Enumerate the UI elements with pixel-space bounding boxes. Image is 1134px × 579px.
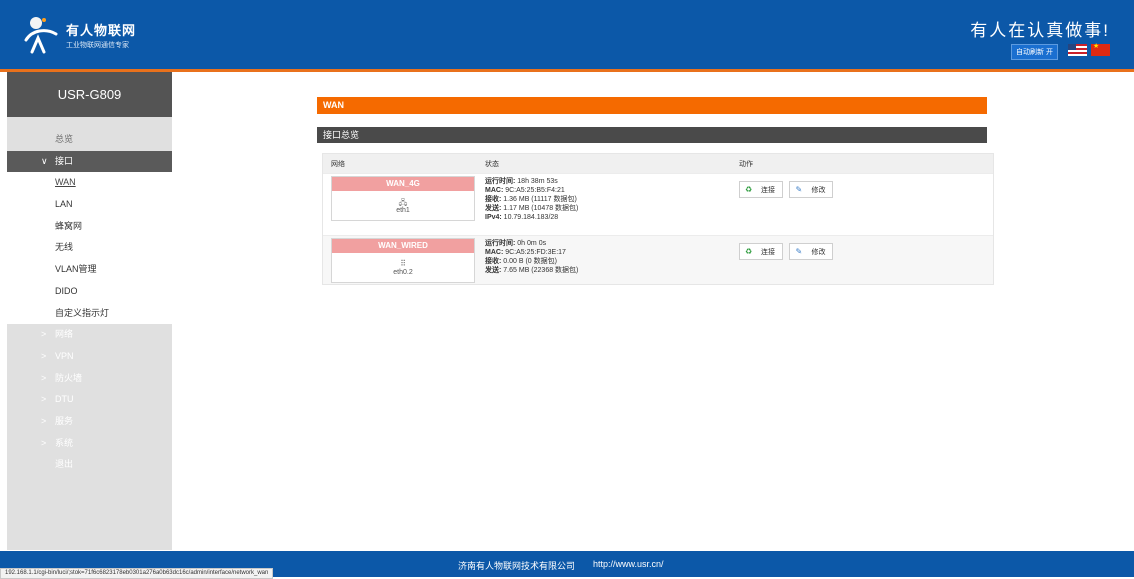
status-line: IPv4: 10.79.184.183/28 [485,214,559,221]
connect-button[interactable]: ♻ 连接 [739,181,783,198]
edit-icon: ✎ [795,247,803,256]
interface-name: WAN_4G [332,177,474,191]
sidebar-item-label: 服务 [55,415,74,426]
sidebar-item-system[interactable]: > 系统 [7,433,172,455]
sidebar-menu: 总览 ∨ 接口 WAN LAN 蜂窝网 无线 VLAN管理 DIDO 自定义指示灯… [7,129,172,476]
interface-badge: WAN_WIRED ⠿ eth0.2 [331,238,475,283]
sidebar-item-cellular[interactable]: 蜂窝网 [7,215,172,238]
edit-icon: ✎ [795,185,803,194]
chevron-right-icon: > [41,415,47,426]
sidebar-item-wireless[interactable]: 无线 [7,237,172,260]
interface-actions: ♻ 连接 ✎ 修改 [739,243,835,261]
chevron-right-icon: > [41,394,47,405]
chevron-right-icon: > [41,372,47,383]
interface-device: eth1 [396,207,410,214]
reconnect-icon: ♻ [745,247,753,256]
sidebar: USR-G809 总览 ∨ 接口 WAN LAN 蜂窝网 无线 VLAN管理 DI… [7,72,172,550]
interface-actions: ♻ 连接 ✎ 修改 [739,181,835,199]
sidebar-item-label: 网络 [55,329,74,340]
cn-flag-icon[interactable] [1091,42,1110,56]
chevron-right-icon: > [41,350,47,361]
table-row: WAN_4G 🖧 eth1 运行时间: 18h 38m 53s MAC: 9C:… [323,173,993,235]
reconnect-icon: ♻ [745,185,753,194]
sidebar-item-label: 总览 [55,134,74,144]
sidebar-item-services[interactable]: > 服务 [7,411,172,433]
sidebar-item-label: 防火墙 [55,372,83,383]
sidebar-item-label: WAN [55,177,76,188]
chevron-right-icon: > [41,329,47,340]
status-line: 接收: 0.00 B (0 数据包) [485,258,557,265]
sidebar-item-overview[interactable]: 总览 [7,129,172,151]
sidebar-item-logout[interactable]: 退出 [7,454,172,476]
device-name: USR-G809 [7,72,172,117]
sidebar-item-custom-led[interactable]: 自定义指示灯 [7,302,172,325]
sidebar-item-label: 系统 [55,437,74,448]
sidebar-item-label: VLAN管理 [55,264,97,275]
status-line: 发送: 7.65 MB (22368 数据包) [485,267,579,274]
status-line: 发送: 1.17 MB (10478 数据包) [485,205,579,212]
interface-status: 运行时间: 0h 0m 0s MAC: 9C:A5:25:FD:3E:17 接收… [485,239,578,275]
sidebar-item-label: 退出 [55,459,74,470]
status-line: 运行时间: 0h 0m 0s [485,240,547,247]
sidebar-item-label: LAN [55,199,73,210]
sidebar-item-label: VPN [55,350,74,361]
sidebar-item-label: 自定义指示灯 [55,307,110,318]
table-row: WAN_WIRED ⠿ eth0.2 运行时间: 0h 0m 0s MAC: 9… [323,235,993,284]
sidebar-item-label: 无线 [55,242,74,253]
column-header-action: 动作 [739,161,753,168]
sidebar-item-dtu[interactable]: > DTU [7,389,172,411]
sidebar-item-lan[interactable]: LAN [7,194,172,216]
sidebar-item-label: 蜂窝网 [55,220,83,231]
network-port-icon: 🖧 [398,198,408,207]
brand-name: 有人物联网 [66,23,137,38]
page-title: WAN [317,97,987,114]
sidebar-item-label: DTU [55,394,74,405]
sidebar-item-dido[interactable]: DIDO [7,280,172,303]
footer-link[interactable]: http://www.usr.cn/ [593,559,664,569]
sidebar-item-firewall[interactable]: > 防火墙 [7,368,172,390]
edit-button[interactable]: ✎ 修改 [789,243,834,260]
status-line: 运行时间: 18h 38m 53s [485,178,558,185]
status-line: MAC: 9C:A5:25:FD:3E:17 [485,249,566,256]
column-header-status: 状态 [485,161,499,168]
interface-table: 网络 状态 动作 WAN_4G 🖧 eth1 运行时间: 18h 38m 53s… [322,153,994,285]
interface-device: eth0.2 [393,269,413,276]
us-flag-icon[interactable] [1068,44,1087,56]
network-port-icon: ⠿ [400,259,406,268]
usr-person-logo-icon [24,17,58,54]
sidebar-item-vlan[interactable]: VLAN管理 [7,259,172,281]
auto-refresh-toggle[interactable]: 自动刷新 开 [1011,44,1058,60]
chevron-down-icon: ∨ [41,155,48,166]
table-header: 网络 状态 动作 [323,154,993,173]
sidebar-item-wan[interactable]: WAN [7,172,172,195]
connect-button[interactable]: ♻ 连接 [739,243,783,260]
brand-tagline: 工业物联网通信专家 [66,42,129,49]
sidebar-item-interface[interactable]: ∨ 接口 [7,150,172,173]
slogan: 有人在认真做事! [970,21,1110,40]
status-line: 接收: 1.36 MB (11117 数据包) [485,196,577,203]
sidebar-item-vpn[interactable]: > VPN [7,346,172,368]
status-line: MAC: 9C:A5:25:B5:F4:21 [485,187,565,194]
section-title: 接口总览 [317,127,987,143]
footer-company: 济南有人物联网技术有限公司 [458,561,576,571]
browser-status-url: 192.168.1.1/cgi-bin/luci/;stok=71f6c6823… [0,568,274,579]
top-header: 有人物联网 工业物联网通信专家 有人在认真做事! 自动刷新 开 [0,0,1134,72]
interface-badge: WAN_4G 🖧 eth1 [331,176,475,221]
sidebar-item-label: 接口 [55,155,74,166]
interface-name: WAN_WIRED [332,239,474,253]
sidebar-item-label: DIDO [55,285,78,296]
interface-status: 运行时间: 18h 38m 53s MAC: 9C:A5:25:B5:F4:21… [485,177,578,222]
column-header-network: 网络 [331,161,345,168]
sidebar-item-network[interactable]: > 网络 [7,324,172,346]
chevron-right-icon: > [41,437,47,448]
edit-button[interactable]: ✎ 修改 [789,181,834,198]
